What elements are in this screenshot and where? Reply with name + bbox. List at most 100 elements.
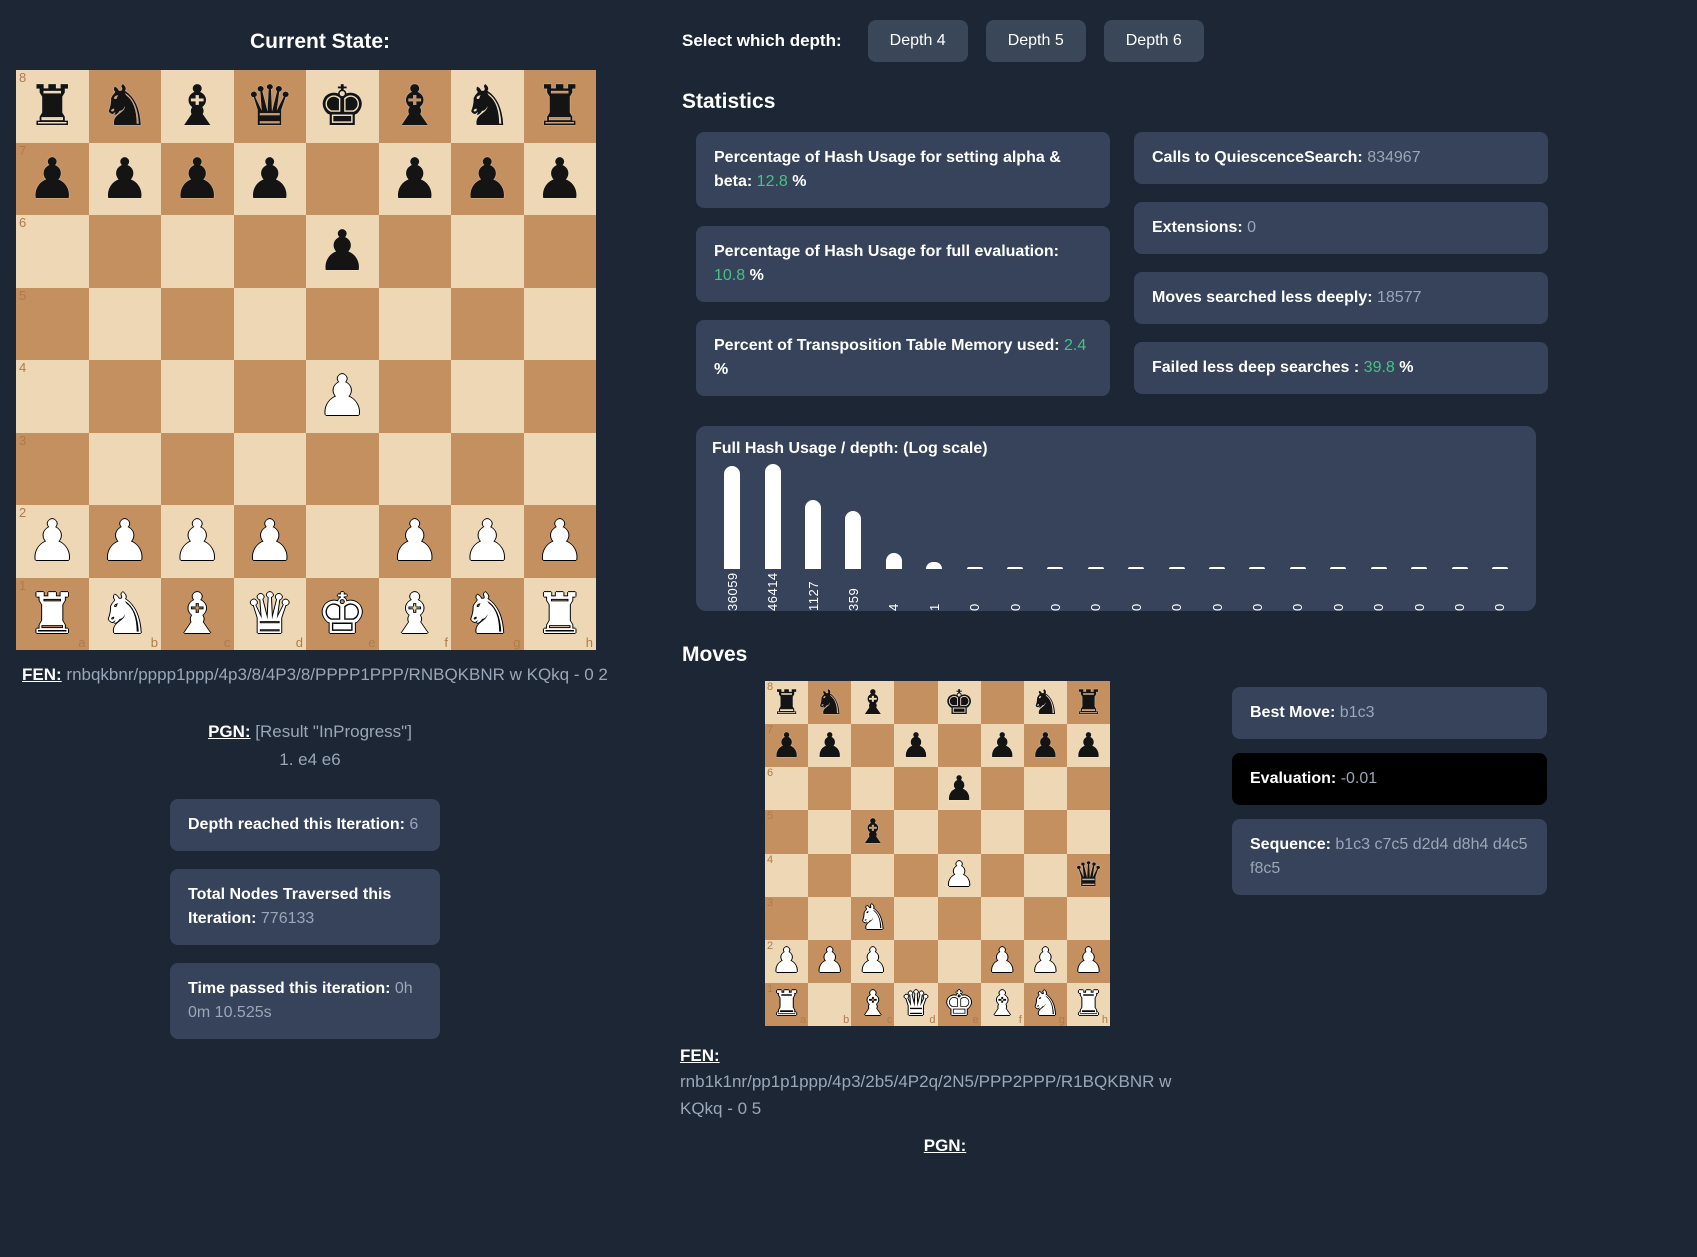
board-square-h5[interactable] [523,287,596,360]
board-square-f4[interactable] [980,853,1024,897]
board-square-e5[interactable] [937,810,981,854]
chess-piece-P[interactable]: ♟ [771,944,801,978]
board-square-c7[interactable]: ♟ [161,142,234,215]
board-square-c8[interactable]: ♝ [851,681,895,725]
chess-piece-N[interactable]: ♞ [462,585,512,642]
depth-button-6[interactable]: Depth 6 [1103,20,1204,62]
chess-piece-P[interactable]: ♟ [944,858,974,892]
board-square-g3[interactable] [451,432,524,505]
board-square-a5[interactable]: 5 [16,287,89,360]
board-square-f3[interactable] [378,432,451,505]
board-square-a4[interactable]: 4 [16,360,89,433]
chess-piece-k[interactable]: ♚ [317,78,367,134]
board-square-a2[interactable]: 2 ♟ [765,939,809,983]
board-square-a3[interactable]: 3 [16,432,89,505]
chess-piece-P[interactable]: ♟ [535,513,585,569]
board-square-g1[interactable]: g ♞ [451,577,524,650]
chess-piece-R[interactable]: ♜ [771,987,801,1021]
chess-piece-p[interactable]: ♟ [317,223,367,279]
board-square-e6[interactable]: ♟ [306,215,379,288]
board-square-a7[interactable]: 7 ♟ [16,142,89,215]
board-square-a2[interactable]: 2 ♟ [16,505,89,578]
board-square-b2[interactable]: ♟ [808,939,852,983]
board-square-b4[interactable] [88,360,161,433]
board-square-f2[interactable]: ♟ [980,939,1024,983]
board-square-d1[interactable]: d ♛ [894,982,938,1026]
board-square-e4[interactable]: ♟ [937,853,981,897]
chess-piece-n[interactable]: ♞ [814,686,844,720]
chess-piece-q[interactable]: ♛ [245,78,295,134]
board-square-e1[interactable]: e ♚ [937,982,981,1026]
board-square-h7[interactable]: ♟ [1066,724,1110,768]
board-square-d6[interactable] [894,767,938,811]
best-line-chessboard[interactable]: 8 ♜ ♞ ♝ ♚ ♞ ♜ 7 ♟ ♟ ♟ ♟ ♟ ♟ 6 ♟ 5 ♝ 4 ♟ ♛ 3 ♞ 2 ♟ ♟ ♟ ♟ ♟ ♟ 1 a ♜ b c ♝ d ♛ e ♚… [765,681,1110,1026]
board-square-h4[interactable] [523,360,596,433]
board-square-b6[interactable] [808,767,852,811]
chess-piece-P[interactable]: ♟ [814,944,844,978]
chess-piece-n[interactable]: ♞ [100,78,150,134]
chess-piece-b[interactable]: ♝ [858,686,888,720]
current-state-chessboard[interactable]: 8 ♜ ♞ ♝ ♛ ♚ ♝ ♞ ♜ 7 ♟ ♟ ♟ ♟ ♟ ♟ ♟ 6 ♟ 5 4 ♟ 3 2 ♟ ♟ ♟ ♟ ♟ ♟ ♟ 1 a ♜ b ♞ c ♝ d ♛… [16,70,596,650]
board-square-c5[interactable] [161,287,234,360]
board-square-c4[interactable] [161,360,234,433]
chess-piece-Q[interactable]: ♛ [901,987,931,1021]
chess-piece-R[interactable]: ♜ [1073,987,1103,1021]
chess-piece-b[interactable]: ♝ [390,78,440,134]
board-square-d8[interactable] [894,681,938,725]
chess-piece-p[interactable]: ♟ [172,150,222,207]
board-square-h4[interactable]: ♛ [1066,853,1110,897]
board-square-h6[interactable] [523,215,596,288]
chess-piece-P[interactable]: ♟ [172,513,222,569]
board-square-f6[interactable] [980,767,1024,811]
chess-piece-r[interactable]: ♜ [27,78,77,134]
chess-piece-q[interactable]: ♛ [1073,858,1103,892]
board-square-g6[interactable] [451,215,524,288]
chess-piece-K[interactable]: ♚ [944,987,974,1021]
board-square-a4[interactable]: 4 [765,853,809,897]
chess-piece-P[interactable]: ♟ [27,513,77,569]
board-square-h6[interactable] [1066,767,1110,811]
board-square-h8[interactable]: ♜ [523,70,596,143]
chess-piece-B[interactable]: ♝ [172,585,222,642]
chess-piece-P[interactable]: ♟ [245,513,295,569]
board-square-c3[interactable]: ♞ [851,896,895,940]
board-square-b6[interactable] [88,215,161,288]
chess-piece-b[interactable]: ♝ [172,78,222,134]
chess-piece-p[interactable]: ♟ [987,729,1017,763]
board-square-d2[interactable]: ♟ [233,505,306,578]
board-square-c2[interactable]: ♟ [161,505,234,578]
board-square-f7[interactable]: ♟ [378,142,451,215]
chess-piece-p[interactable]: ♟ [27,150,77,207]
board-square-a1[interactable]: 1 a ♜ [765,982,809,1026]
board-square-c4[interactable] [851,853,895,897]
chess-piece-p[interactable]: ♟ [944,772,974,806]
board-square-f7[interactable]: ♟ [980,724,1024,768]
board-square-e2[interactable] [306,505,379,578]
board-square-e3[interactable] [937,896,981,940]
chess-piece-p[interactable]: ♟ [462,150,512,207]
chess-piece-N[interactable]: ♞ [858,901,888,935]
board-square-b7[interactable]: ♟ [808,724,852,768]
board-square-g7[interactable]: ♟ [1023,724,1067,768]
board-square-c6[interactable] [851,767,895,811]
board-square-d4[interactable] [894,853,938,897]
chess-piece-N[interactable]: ♞ [1030,987,1060,1021]
board-square-a8[interactable]: 8 ♜ [765,681,809,725]
board-square-f4[interactable] [378,360,451,433]
depth-button-4[interactable]: Depth 4 [867,20,968,62]
board-square-g5[interactable] [451,287,524,360]
chess-piece-P[interactable]: ♟ [100,513,150,569]
board-square-g6[interactable] [1023,767,1067,811]
board-square-a8[interactable]: 8 ♜ [16,70,89,143]
board-square-h3[interactable] [523,432,596,505]
chess-piece-p[interactable]: ♟ [390,150,440,207]
board-square-b5[interactable] [808,810,852,854]
chess-piece-n[interactable]: ♞ [1030,686,1060,720]
chess-piece-P[interactable]: ♟ [858,944,888,978]
board-square-c1[interactable]: c ♝ [161,577,234,650]
board-square-e3[interactable] [306,432,379,505]
board-square-e4[interactable]: ♟ [306,360,379,433]
board-square-e5[interactable] [306,287,379,360]
board-square-b8[interactable]: ♞ [808,681,852,725]
board-square-g7[interactable]: ♟ [451,142,524,215]
